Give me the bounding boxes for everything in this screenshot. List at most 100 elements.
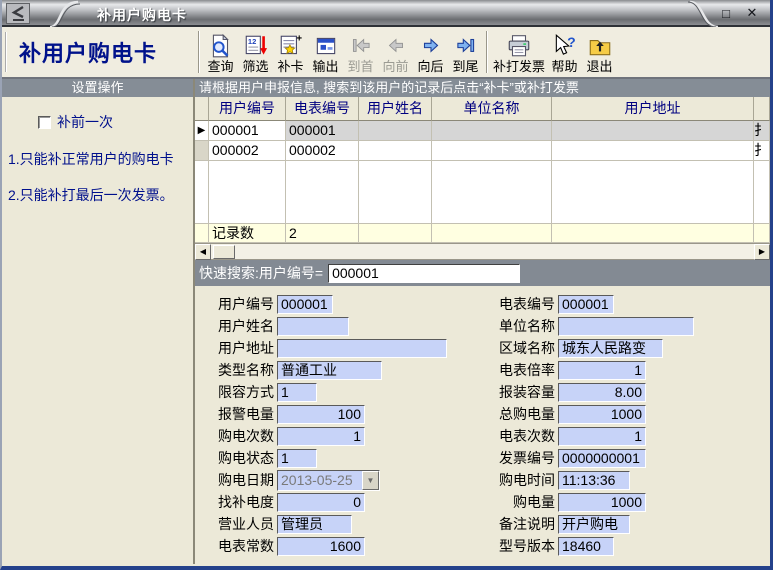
total-energy-field[interactable]: 1000: [558, 405, 646, 424]
purchase-time-field[interactable]: 11:13:36: [558, 471, 630, 490]
go-next-button[interactable]: 向后: [413, 31, 448, 74]
sidebar-header: 设置操作: [2, 79, 193, 97]
cell-meter-id[interactable]: 000002: [286, 141, 359, 161]
detail-form: 用户编号000001 用户姓名 用户地址 类型名称普通工业 限容方式1 报警电量…: [195, 286, 770, 564]
alarm-energy-field[interactable]: 100: [277, 405, 365, 424]
field-label: 型号版本: [491, 536, 555, 556]
column-header-unit-name[interactable]: 单位名称: [432, 97, 552, 121]
scroll-right-icon[interactable]: ▶: [754, 244, 770, 260]
close-button[interactable]: ✕: [744, 5, 760, 21]
cell-user-name[interactable]: [359, 121, 432, 141]
meter-rate-field[interactable]: 1: [558, 361, 646, 380]
purchase-status-field[interactable]: 1: [277, 449, 317, 468]
field-label: 购电状态: [210, 448, 274, 468]
field-label: 备注说明: [491, 514, 555, 534]
go-prev-button[interactable]: 向前: [378, 31, 413, 74]
area-name-field[interactable]: 城东人民路变: [558, 339, 663, 358]
go-next-button-label: 向后: [417, 59, 443, 74]
cell-address[interactable]: [552, 121, 754, 141]
reprint-invoice-button[interactable]: 补打发票: [491, 31, 547, 74]
capacity-limit-field[interactable]: 1: [277, 383, 317, 402]
cell-user-name[interactable]: [359, 141, 432, 161]
column-header-address[interactable]: 用户地址: [552, 97, 754, 121]
purchase-count-field[interactable]: 1: [277, 427, 365, 446]
meter-count-field[interactable]: 1: [558, 427, 646, 446]
go-last-button-label: 到尾: [452, 59, 478, 74]
cell-unit-name[interactable]: [432, 141, 552, 161]
horizontal-scrollbar[interactable]: ◀ ▶: [195, 244, 770, 260]
record-count-label: 记录数: [209, 223, 286, 243]
app-window: 补用户购电卡 □ ✕ 补用户购电卡 查询: [0, 0, 773, 570]
field-label: 购电日期: [210, 470, 274, 490]
compensation-energy-field[interactable]: 0: [277, 493, 365, 512]
cell-meter-id[interactable]: 000001: [286, 121, 359, 141]
field-label: 用户编号: [210, 294, 274, 314]
type-name-field[interactable]: 普通工业: [277, 361, 382, 380]
help-button[interactable]: ? 帮助: [547, 31, 582, 74]
toolbar-separator: [198, 31, 200, 73]
meter-id-field[interactable]: 000001: [558, 295, 614, 314]
record-count-value: 2: [286, 223, 359, 243]
field-label: 找补电度: [210, 492, 274, 512]
cell-unit-name[interactable]: [432, 121, 552, 141]
go-first-button[interactable]: 到首: [343, 31, 378, 74]
remark-field[interactable]: 开户购电: [558, 515, 630, 534]
invoice-number-field[interactable]: 0000000001: [558, 449, 646, 468]
exit-button[interactable]: 退出: [582, 31, 617, 74]
search-icon: [208, 32, 234, 59]
table-row[interactable]: ▶ 000001 000001 扌: [195, 121, 770, 141]
cell-user-id[interactable]: 000001: [209, 121, 286, 141]
first-icon: [348, 32, 374, 59]
model-version-field[interactable]: 18460: [558, 537, 614, 556]
go-prev-button-label: 向前: [382, 59, 408, 74]
unit-name-field[interactable]: [558, 317, 694, 336]
svg-text:+: +: [296, 33, 302, 44]
column-header-user-name[interactable]: 用户姓名: [359, 97, 432, 121]
cell-address[interactable]: [552, 141, 754, 161]
scrollbar-thumb[interactable]: [213, 245, 235, 259]
field-label: 电表编号: [491, 294, 555, 314]
field-label: 报警电量: [210, 404, 274, 424]
quick-search-input[interactable]: [328, 264, 520, 283]
field-label: 发票编号: [491, 448, 555, 468]
maximize-button[interactable]: □: [718, 5, 734, 21]
quick-search-label: 快速搜索:用户编号=: [199, 263, 323, 283]
invoice-icon: [506, 32, 532, 59]
chevron-down-icon[interactable]: ▼: [362, 471, 379, 490]
field-label: 总购电量: [491, 404, 555, 424]
cell-user-id[interactable]: 000002: [209, 141, 286, 161]
field-label: 类型名称: [210, 360, 274, 380]
scroll-left-icon[interactable]: ◀: [195, 244, 211, 260]
user-id-field[interactable]: 000001: [277, 295, 333, 314]
column-header-meter-id[interactable]: 电表编号: [286, 97, 359, 121]
sidebar-note-1: 1.只能补正常用户的购电卡: [8, 150, 187, 168]
toolbar: 补用户购电卡 查询 12: [2, 27, 770, 79]
filter-button[interactable]: 12 筛选: [238, 31, 273, 74]
meter-constant-field[interactable]: 1600: [277, 537, 365, 556]
grid-footer-row: 记录数 2: [195, 223, 770, 243]
table-row[interactable]: 000002 000002 扌: [195, 141, 770, 161]
query-button[interactable]: 查询: [203, 31, 238, 74]
window-title: 补用户购电卡: [97, 5, 187, 25]
go-last-button[interactable]: 到尾: [448, 31, 483, 74]
user-address-field[interactable]: [277, 339, 447, 358]
field-label: 营业人员: [210, 514, 274, 534]
svg-text:?: ?: [567, 34, 576, 50]
purchase-energy-field[interactable]: 1000: [558, 493, 646, 512]
grid-empty-area: [195, 161, 770, 223]
last-icon: [453, 32, 479, 59]
operator-field[interactable]: 管理员: [277, 515, 352, 534]
go-first-button-label: 到首: [347, 59, 373, 74]
instruction-bar: 请根据用户申报信息, 搜索到该用户的记录后点击“补卡”或补打发票: [195, 79, 770, 97]
row-indicator: [195, 141, 209, 161]
purchase-date-combobox[interactable]: 2013-05-25 ▼: [277, 470, 380, 491]
replace-card-button[interactable]: + 补卡: [273, 31, 308, 74]
output-button[interactable]: 输出: [308, 31, 343, 74]
column-header-user-id[interactable]: 用户编号: [209, 97, 286, 121]
sidebar: 设置操作 补前一次 1.只能补正常用户的购电卡 2.只能补打最后一次发票。: [2, 79, 195, 564]
checkbox-icon[interactable]: [38, 116, 51, 129]
redo-previous-checkbox-row[interactable]: 补前一次: [38, 112, 193, 132]
installed-capacity-field[interactable]: 8.00: [558, 383, 646, 402]
card-icon: +: [278, 32, 304, 59]
user-name-field[interactable]: [277, 317, 349, 336]
